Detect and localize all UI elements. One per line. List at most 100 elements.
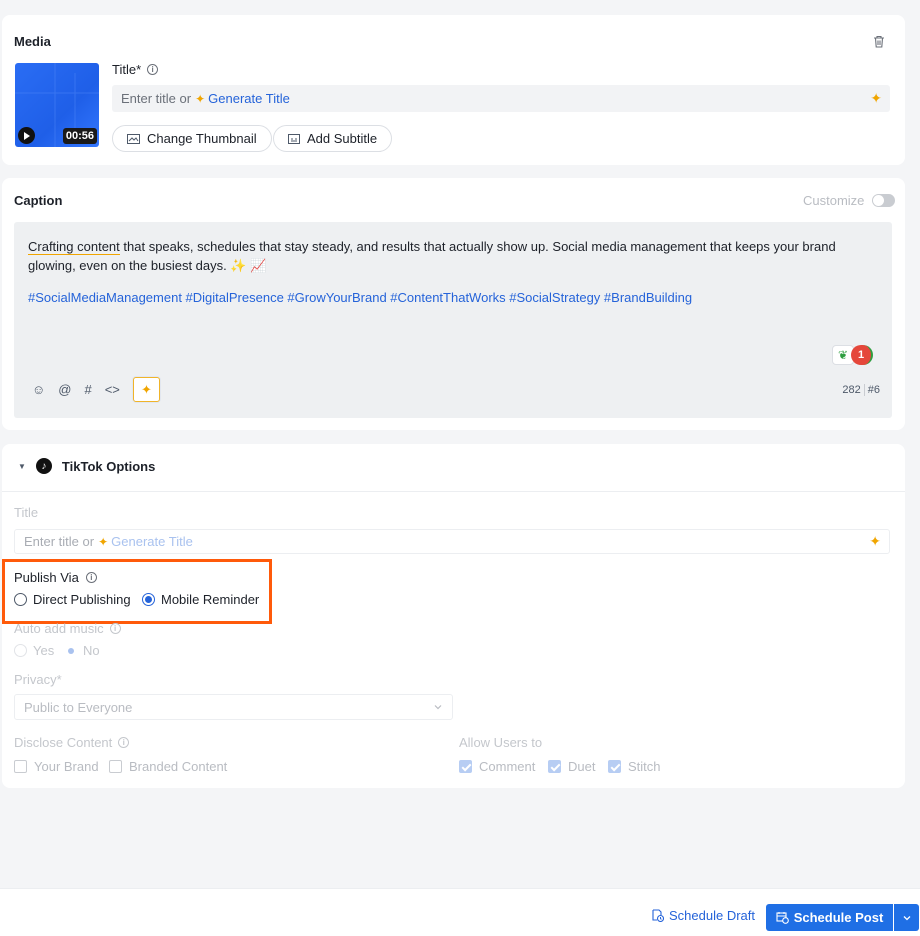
- hashtag-icon[interactable]: #: [84, 382, 91, 397]
- media-section-title: Media: [14, 34, 51, 49]
- disclose-content-label: Disclose Content i: [14, 735, 130, 750]
- hashtag-count: #6: [867, 384, 880, 396]
- auto-music-label: Auto add music i: [14, 621, 121, 636]
- mobile-reminder-radio[interactable]: Mobile Reminder: [142, 592, 259, 607]
- direct-publishing-radio[interactable]: Direct Publishing: [14, 592, 131, 607]
- caption-section-title: Caption: [14, 193, 63, 208]
- change-thumbnail-button[interactable]: Change Thumbnail: [112, 125, 272, 152]
- schedule-post-dropdown[interactable]: [894, 904, 919, 931]
- mention-icon[interactable]: @: [58, 382, 71, 397]
- auto-music-no-radio: No: [65, 643, 100, 658]
- caption-toolbar: ☺ @ # <> ✦: [32, 377, 160, 402]
- caption-hashtags: #SocialMediaManagement #DigitalPresence …: [28, 290, 693, 305]
- auto-music-label-text: Auto add music: [14, 621, 104, 636]
- branded-content-checkbox: Branded Content: [109, 759, 227, 774]
- tiktok-title-input: Enter title or ✦ Generate Title ✦: [14, 529, 890, 554]
- caption-text: that speaks, schedules that stay steady,…: [28, 239, 836, 273]
- media-card: Media 00:56 Title* i Enter title or ✦ Ge…: [2, 15, 905, 165]
- code-icon[interactable]: <>: [105, 382, 120, 397]
- customize-toggle[interactable]: Customize: [803, 193, 896, 208]
- chevron-down-icon: [903, 915, 910, 920]
- yes-label: Yes: [33, 643, 55, 658]
- tiktok-icon: ♪: [35, 458, 52, 474]
- caption-editor[interactable]: Crafting content that speaks, schedules …: [14, 222, 892, 418]
- branded-content-box: [109, 760, 122, 773]
- auto-music-yes-radio: Yes: [14, 643, 54, 658]
- ai-sparkle-icon[interactable]: ✦: [870, 90, 882, 107]
- ai-assist-button[interactable]: ✦: [132, 377, 160, 402]
- ai-sparkle-icon: ✦: [869, 533, 881, 549]
- char-count: 282: [842, 384, 861, 396]
- publish-via-label: Publish Via i: [14, 570, 97, 585]
- add-subtitle-button[interactable]: Add Subtitle: [273, 125, 393, 152]
- media-title-placeholder: Enter title or: [121, 91, 192, 106]
- stitch-box: [608, 760, 621, 773]
- sparkle-icon: ✦: [98, 534, 109, 549]
- schedule-draft-button[interactable]: Schedule Draft: [651, 908, 755, 923]
- emoji-icon[interactable]: ☺: [32, 382, 45, 397]
- info-icon: i: [147, 64, 159, 75]
- comment-label: Comment: [479, 759, 536, 774]
- duet-checkbox: Duet: [548, 759, 595, 774]
- sparkle-icon: ✦: [195, 91, 206, 106]
- tiktok-generate-title-link: Generate Title: [111, 534, 193, 549]
- thumbnail-icon: [127, 133, 140, 144]
- duet-label: Duet: [568, 759, 596, 774]
- caption-body[interactable]: Crafting content that speaks, schedules …: [28, 237, 878, 275]
- tiktok-options-header[interactable]: ▼ ♪ TikTok Options: [18, 458, 155, 474]
- your-brand-box: [14, 760, 27, 773]
- issue-count-badge: 1: [851, 345, 873, 365]
- grammar-badge[interactable]: ❦ 1: [832, 345, 876, 367]
- schedule-post-button[interactable]: Schedule Post: [766, 904, 893, 931]
- comment-checkbox: Comment: [459, 759, 535, 774]
- privacy-label: Privacy*: [14, 672, 62, 687]
- caption-counts: 282 #6: [842, 384, 880, 396]
- generate-title-link[interactable]: Generate Title: [208, 91, 290, 106]
- video-thumbnail[interactable]: 00:56: [15, 63, 99, 147]
- info-icon: i: [118, 737, 130, 748]
- mobile-reminder-radio-circle[interactable]: [142, 593, 155, 606]
- schedule-post-label: Schedule Post: [793, 910, 884, 925]
- video-duration: 00:56: [62, 128, 97, 144]
- chevron-down-icon: [433, 700, 443, 715]
- tiktok-options-title: TikTok Options: [61, 458, 156, 474]
- collapse-caret-icon[interactable]: ▼: [18, 462, 26, 471]
- media-title-label: Title* i: [112, 62, 159, 77]
- your-brand-checkbox: Your Brand: [14, 759, 99, 774]
- duet-box: [548, 760, 561, 773]
- media-title-input[interactable]: Enter title or ✦ Generate Title ✦: [112, 85, 890, 112]
- caption-card: Caption Customize Crafting content that …: [2, 178, 905, 430]
- stitch-label: Stitch: [628, 759, 661, 774]
- draft-clock-icon: [652, 909, 664, 922]
- customize-label: Customize: [803, 193, 865, 208]
- tiktok-title-label: Title: [14, 505, 39, 520]
- no-radio-dot: [68, 647, 74, 654]
- tiktok-title-placeholder: Enter title or: [24, 534, 95, 549]
- footer-bar: Schedule Draft Schedule Post: [0, 888, 920, 936]
- direct-publishing-label: Direct Publishing: [33, 592, 131, 607]
- privacy-select: Public to Everyone: [14, 694, 453, 720]
- yes-radio-circle: [14, 644, 27, 657]
- mobile-reminder-label: Mobile Reminder: [161, 592, 260, 607]
- info-icon: i: [109, 623, 121, 634]
- add-subtitle-label: Add Subtitle: [307, 131, 378, 146]
- your-brand-label: Your Brand: [34, 759, 99, 774]
- disclose-content-label-text: Disclose Content: [14, 735, 113, 750]
- no-label: No: [83, 643, 100, 658]
- branded-content-label: Branded Content: [129, 759, 228, 774]
- subtitle-icon: [288, 133, 300, 144]
- toggle-switch[interactable]: [872, 194, 896, 207]
- trash-icon[interactable]: [872, 34, 886, 48]
- stitch-checkbox: Stitch: [608, 759, 661, 774]
- direct-publishing-radio-circle[interactable]: [14, 593, 27, 606]
- media-title-label-text: Title*: [112, 62, 142, 77]
- calendar-clock-icon: [776, 912, 789, 924]
- privacy-value: Public to Everyone: [24, 699, 133, 715]
- comment-box: [459, 760, 472, 773]
- change-thumbnail-label: Change Thumbnail: [147, 131, 257, 146]
- schedule-draft-label: Schedule Draft: [669, 908, 755, 923]
- play-icon[interactable]: [18, 127, 35, 144]
- info-icon: i: [85, 572, 97, 583]
- allow-users-label: Allow Users to: [459, 735, 543, 750]
- tiktok-options-card: ▼ ♪ TikTok Options Title Enter title or …: [2, 444, 905, 788]
